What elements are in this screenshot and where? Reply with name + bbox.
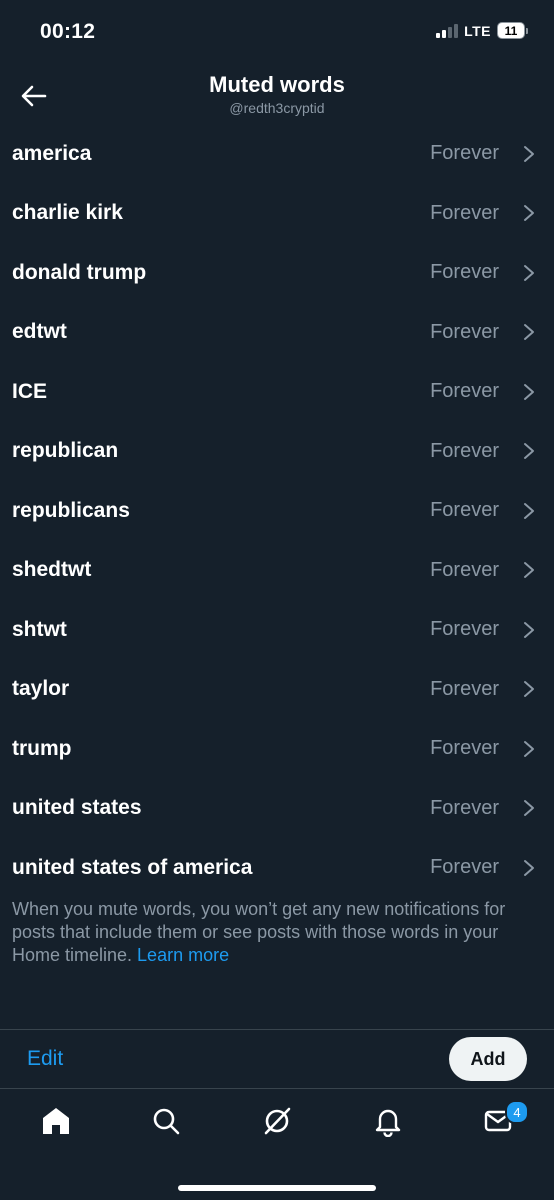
messages-badge: 4 (505, 1100, 529, 1124)
mute-duration: Forever (430, 796, 499, 819)
chevron-right-icon (524, 681, 534, 698)
muted-word-row[interactable]: shedtwt Forever (0, 541, 554, 601)
muted-word-label: united states of america (12, 855, 253, 879)
muted-word-row[interactable]: united states of america Forever (0, 838, 554, 898)
chevron-right-icon (524, 324, 534, 341)
chevron-right-icon (524, 502, 534, 519)
mute-duration: Forever (430, 142, 499, 165)
search-icon (153, 1108, 180, 1135)
muted-word-label: edtwt (12, 320, 67, 344)
muted-word-label: republicans (12, 498, 130, 522)
battery-level: 11 (504, 23, 518, 38)
mute-duration: Forever (430, 558, 499, 581)
divider (0, 1029, 554, 1030)
tab-home[interactable] (40, 1105, 72, 1137)
mute-duration: Forever (430, 856, 499, 879)
tab-grok[interactable] (261, 1105, 293, 1137)
home-icon (43, 1108, 69, 1134)
muted-word-row[interactable]: united states Forever (0, 779, 554, 839)
mute-duration: Forever (430, 201, 499, 224)
network-type: LTE (464, 22, 491, 39)
chevron-right-icon (524, 443, 534, 460)
mute-duration: Forever (430, 499, 499, 522)
muted-words-list: america Forever charlie kirk Forever donald … (0, 124, 554, 898)
muted-word-row[interactable]: america Forever (0, 124, 554, 184)
chevron-right-icon (524, 264, 534, 281)
muted-word-label: trump (12, 736, 72, 760)
battery-icon: 11 (497, 22, 528, 39)
mute-duration: Forever (430, 737, 499, 760)
signal-icon (436, 23, 459, 38)
mute-duration: Forever (430, 261, 499, 284)
muted-word-label: america (12, 141, 92, 165)
header: Muted words @redth3cryptid (0, 66, 554, 132)
notifications-icon (375, 1109, 401, 1138)
muted-word-label: taylor (12, 677, 70, 701)
mute-explanation-text: When you mute words, you won’t get any n… (12, 899, 506, 965)
muted-word-label: shtwt (12, 617, 67, 641)
muted-word-row[interactable]: ICE Forever (0, 362, 554, 422)
mute-duration: Forever (430, 320, 499, 343)
chevron-right-icon (524, 740, 534, 757)
account-handle: @redth3cryptid (229, 100, 325, 116)
chevron-right-icon (524, 621, 534, 638)
muted-word-row[interactable]: republicans Forever (0, 481, 554, 541)
muted-word-row[interactable]: edtwt Forever (0, 303, 554, 363)
muted-word-row[interactable]: republican Forever (0, 422, 554, 482)
home-indicator (178, 1185, 376, 1191)
muted-word-row[interactable]: charlie kirk Forever (0, 184, 554, 244)
chevron-right-icon (524, 562, 534, 579)
muted-word-label: ICE (12, 379, 48, 403)
tab-search[interactable] (150, 1105, 182, 1137)
status-indicators: LTE 11 (436, 22, 528, 39)
muted-word-row[interactable]: trump Forever (0, 719, 554, 779)
chevron-right-icon (524, 383, 534, 400)
edit-button[interactable]: Edit (27, 1047, 63, 1071)
add-button[interactable]: Add (449, 1037, 527, 1081)
muted-word-row[interactable]: taylor Forever (0, 660, 554, 720)
mute-duration: Forever (430, 677, 499, 700)
mute-duration: Forever (430, 380, 499, 403)
muted-word-label: shedtwt (12, 558, 92, 582)
chevron-right-icon (524, 205, 534, 222)
mute-duration: Forever (430, 439, 499, 462)
mute-explanation: When you mute words, you won’t get any n… (12, 898, 532, 967)
mute-duration: Forever (430, 618, 499, 641)
chevron-right-icon (524, 859, 534, 876)
muted-word-label: donald trump (12, 260, 147, 284)
muted-word-label: charlie kirk (12, 201, 123, 225)
chevron-right-icon (524, 145, 534, 162)
muted-word-label: united states (12, 796, 142, 820)
grok-icon (264, 1107, 291, 1135)
status-time: 00:12 (40, 20, 96, 43)
chevron-right-icon (524, 800, 534, 817)
bottom-tab-bar (0, 1089, 554, 1159)
muted-word-label: republican (12, 439, 119, 463)
status-bar: 00:12 LTE 11 (0, 0, 554, 66)
muted-word-row[interactable]: shtwt Forever (0, 600, 554, 660)
page-title: Muted words (209, 72, 345, 97)
muted-word-row[interactable]: donald trump Forever (0, 243, 554, 303)
tab-notifications[interactable] (372, 1105, 404, 1138)
learn-more-link[interactable]: Learn more (137, 945, 229, 965)
